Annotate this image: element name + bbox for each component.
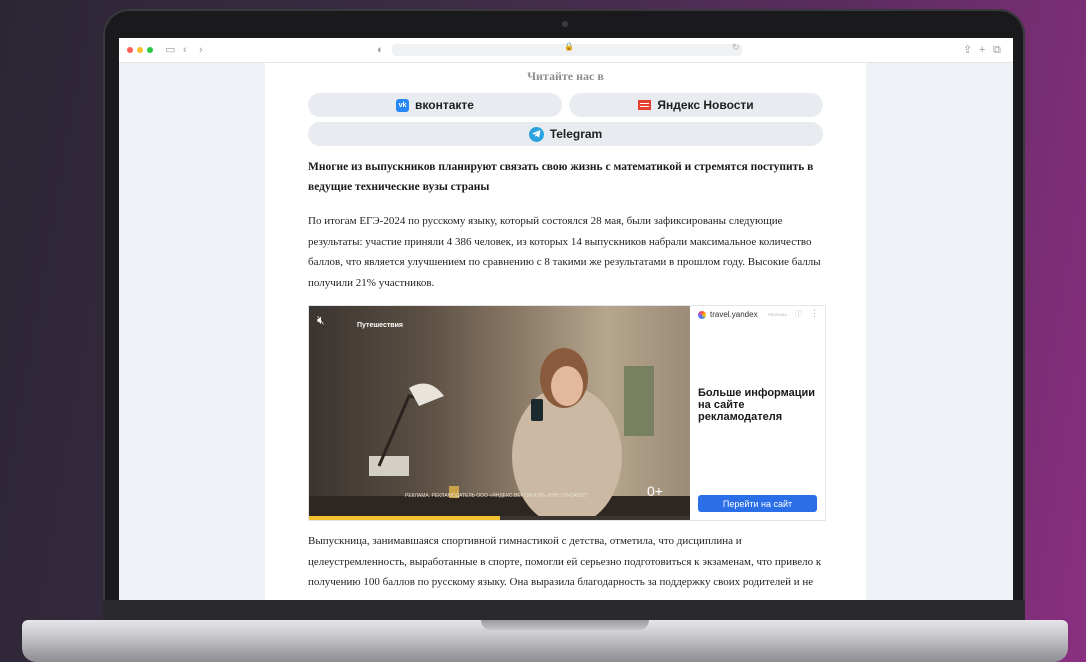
video-progress-track bbox=[309, 516, 690, 520]
camera bbox=[562, 21, 568, 27]
share-icon[interactable]: ⇪ bbox=[963, 42, 972, 58]
article-paragraph: По итогам ЕГЭ-2024 по русскому языку, ко… bbox=[308, 215, 821, 289]
address-bar[interactable]: 🔒 ↻ bbox=[392, 42, 742, 56]
article-lead: Многие из выпускников планируют связать … bbox=[308, 161, 814, 193]
article-paragraph-2: Выпускница, занимавшаяся спортивной гимн… bbox=[308, 535, 822, 600]
ad-video-scene bbox=[309, 348, 690, 520]
close-window-button[interactable] bbox=[127, 47, 133, 53]
telegram-label: Telegram bbox=[549, 127, 603, 141]
telegram-icon bbox=[528, 126, 544, 142]
laptop-hinge bbox=[103, 600, 1025, 622]
advertiser-name: travel.yandex bbox=[710, 310, 758, 319]
mute-icon[interactable]: 🔇︎ bbox=[317, 313, 325, 328]
yandex-travel-icon bbox=[698, 311, 706, 319]
vk-label: вконтакте bbox=[415, 98, 474, 112]
maximize-window-button[interactable] bbox=[147, 47, 153, 53]
forward-icon[interactable]: › bbox=[199, 42, 203, 58]
vk-button[interactable]: vk вконтакте bbox=[308, 93, 562, 117]
video-progress-fill bbox=[309, 516, 500, 520]
telegram-button[interactable]: Telegram bbox=[308, 122, 823, 146]
ad-sidebar: travel.yandex РЕКЛАМА ⓘ ⋮ Больше информа… bbox=[690, 306, 825, 520]
lock-icon: 🔒 bbox=[564, 42, 574, 51]
read-us-title: Читайте нас в bbox=[527, 69, 604, 83]
ad-disclaimer: РЕКЛАМА. РЕКЛАМОДАТЕЛЬ ООО «ЯНДЕКС.ВЕРТИ… bbox=[405, 493, 588, 499]
article-page: Читайте нас в vk вконтакте Яндекс Новост… bbox=[265, 63, 866, 600]
video-brand: Путешествия bbox=[357, 322, 403, 329]
new-tab-icon[interactable]: + bbox=[979, 42, 985, 58]
reload-icon[interactable]: ↻ bbox=[732, 42, 740, 53]
yandex-news-icon bbox=[638, 100, 652, 110]
browser-toolbar: ▭ ‹ › ◐ 🔒 ↻ ⇪ + ⧉ bbox=[119, 38, 1013, 63]
ad-video[interactable]: 🔇︎ Путешествия РЕКЛАМА. РЕКЛАМОДАТЕЛЬ ОО… bbox=[309, 306, 690, 520]
yandex-news-button[interactable]: Яндекс Новости bbox=[569, 93, 823, 117]
visit-site-button[interactable]: Перейти на сайт bbox=[698, 495, 817, 512]
more-options-icon[interactable]: ⋮ bbox=[810, 308, 819, 319]
ad-label: РЕКЛАМА bbox=[768, 312, 787, 317]
video-ad[interactable]: 🔇︎ Путешествия РЕКЛАМА. РЕКЛАМОДАТЕЛЬ ОО… bbox=[308, 305, 826, 521]
laptop-notch bbox=[481, 620, 649, 630]
privacy-shield-icon[interactable]: ◐ bbox=[377, 42, 384, 58]
info-icon[interactable]: ⓘ bbox=[795, 309, 802, 319]
age-rating: 0+ bbox=[647, 483, 663, 499]
vk-icon: vk bbox=[396, 98, 410, 112]
laptop-base bbox=[22, 620, 1068, 662]
ad-headline: Больше информации на сайте рекламодателя bbox=[698, 387, 816, 423]
back-icon[interactable]: ‹ bbox=[183, 42, 187, 58]
sidebar-icon[interactable]: ▭ bbox=[165, 42, 175, 58]
tabs-overview-icon[interactable]: ⧉ bbox=[993, 42, 1001, 58]
browser-window: ▭ ‹ › ◐ 🔒 ↻ ⇪ + ⧉ Читайте нас в vk вконт… bbox=[119, 38, 1013, 600]
yandex-news-label: Яндекс Новости bbox=[657, 98, 754, 112]
minimize-window-button[interactable] bbox=[137, 47, 143, 53]
